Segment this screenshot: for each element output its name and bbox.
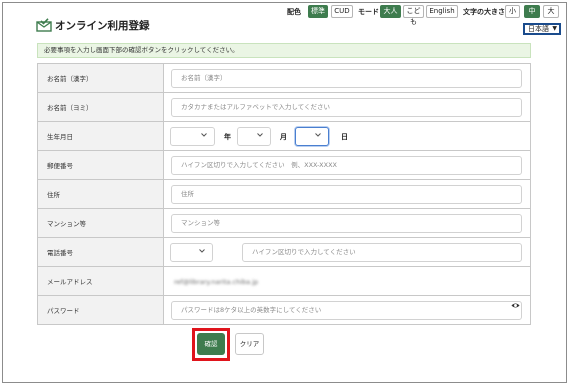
color-standard-button[interactable]: 標準 [308, 5, 328, 18]
phone-input[interactable]: ハイフン区切りで入力してください [242, 243, 522, 262]
name-kana-input[interactable]: カタカナまたはアルファベットで入力してください [171, 98, 522, 117]
language-select[interactable]: 日本語 ▼ [523, 23, 561, 35]
year-unit: 年 [224, 133, 231, 141]
envelope-check-icon [36, 18, 52, 32]
form-row-name-kana: お名前（ヨミ） カタカナまたはアルファベットで入力してください [38, 93, 530, 122]
clear-button[interactable]: クリア [235, 333, 264, 355]
font-large-button[interactable]: 大 [543, 5, 559, 18]
mode-label: モード [358, 8, 379, 16]
name-kanji-input[interactable]: お名前（漢字） [171, 69, 522, 88]
address-label: 住所 [38, 180, 164, 208]
font-size-label: 文字の大きさ [463, 8, 505, 16]
form-row-email: メールアドレス ref@library.narita.chiba.jp [38, 267, 530, 296]
form-row-name-kanji: お名前（漢字） お名前（漢字） [38, 64, 530, 93]
month-unit: 月 [280, 133, 287, 141]
form-row-password: パスワード パスワードは8ケタ以上の英数字にしてください [38, 296, 530, 325]
color-scheme-label: 配色 [287, 8, 301, 16]
mode-english-button[interactable]: English [426, 5, 458, 18]
chevron-down-icon: ▼ [552, 25, 557, 32]
chevron-down-icon [199, 249, 205, 253]
instruction-notice: 必要事項を入力し画面下部の確認ボタンをクリックしてください。 [37, 43, 531, 58]
mode-kids-button[interactable]: こども [403, 5, 424, 26]
mode-adult-button[interactable]: 大人 [380, 5, 401, 18]
chevron-down-icon [257, 133, 263, 137]
page-title: オンライン利用登録 [55, 20, 150, 32]
registration-form: お名前（漢字） お名前（漢字） お名前（ヨミ） カタカナまたはアルファベットで入… [37, 63, 531, 325]
phone-label: 電話番号 [38, 238, 164, 266]
language-value: 日本語 [528, 25, 549, 33]
email-value: ref@library.narita.chiba.jp [174, 278, 259, 286]
chevron-down-icon [315, 133, 321, 137]
form-row-address: 住所 住所 [38, 180, 530, 209]
eye-icon[interactable] [511, 301, 520, 310]
font-small-button[interactable]: 小 [505, 5, 520, 18]
email-label: メールアドレス [38, 267, 164, 295]
birthdate-label: 生年月日 [38, 122, 164, 150]
day-unit: 日 [341, 133, 348, 141]
address-input[interactable]: 住所 [171, 185, 522, 204]
confirm-button[interactable]: 確認 [197, 333, 225, 355]
password-input[interactable]: パスワードは8ケタ以上の英数字にしてください [171, 301, 522, 320]
form-row-phone: 電話番号 ハイフン区切りで入力してください [38, 238, 530, 267]
name-kanji-label: お名前（漢字） [38, 64, 164, 92]
postal-label: 郵便番号 [38, 151, 164, 179]
password-label: パスワード [38, 296, 164, 324]
name-kana-label: お名前（ヨミ） [38, 93, 164, 121]
color-cud-button[interactable]: CUD [331, 5, 353, 18]
birth-year-select[interactable] [170, 127, 215, 146]
chevron-down-icon [201, 133, 207, 137]
postal-input[interactable]: ハイフン区切りで入力してください 例、XXX-XXXX [171, 156, 522, 175]
form-row-postal: 郵便番号 ハイフン区切りで入力してください 例、XXX-XXXX [38, 151, 530, 180]
birth-month-select[interactable] [237, 127, 271, 146]
building-input[interactable]: マンション等 [171, 214, 522, 233]
form-row-birthdate: 生年月日 年 月 日 [38, 122, 530, 151]
birth-day-select[interactable] [295, 127, 329, 146]
form-row-building: マンション等 マンション等 [38, 209, 530, 238]
building-label: マンション等 [38, 209, 164, 237]
phone-type-select[interactable] [170, 243, 213, 262]
font-medium-button[interactable]: 中 [524, 5, 540, 18]
